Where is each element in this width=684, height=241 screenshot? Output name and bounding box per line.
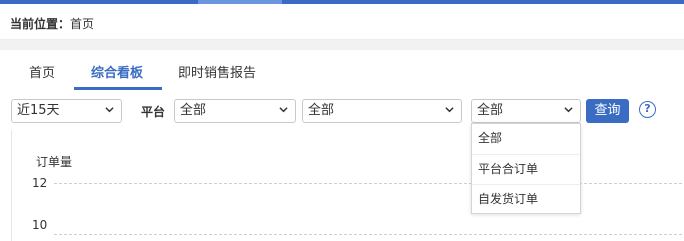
order-type-dropdown: 全部 平台合订单 自发货订单 <box>471 123 581 214</box>
dropdown-option-self-ship-order[interactable]: 自发货订单 <box>472 184 580 213</box>
chart-y-axis-label: 订单量 <box>36 155 73 169</box>
dropdown-option-platform-order[interactable]: 平台合订单 <box>472 154 580 183</box>
breadcrumb-label: 当前位置： <box>10 17 71 31</box>
order-type-select[interactable]: 全部 <box>471 99 581 123</box>
y-tick-label: 12 <box>32 176 48 190</box>
gridline <box>54 234 682 235</box>
platform-select[interactable]: 全部 <box>174 99 296 123</box>
help-circle-icon[interactable]: ? <box>639 101 656 118</box>
platform-label: 平台 <box>141 105 166 119</box>
gridline <box>54 183 682 184</box>
tab-dashboard[interactable]: 综合看板 <box>91 62 143 81</box>
chevron-down-icon <box>279 107 288 113</box>
period-select[interactable]: 近15天 <box>11 99 122 123</box>
period-select-value: 近15天 <box>17 103 60 118</box>
breadcrumb: 当前位置：首页 <box>10 15 94 32</box>
secondary-select[interactable]: 全部 <box>302 99 462 123</box>
tab-home[interactable]: 首页 <box>29 62 55 81</box>
chevron-down-icon <box>445 107 454 113</box>
breadcrumb-bar: 当前位置：首页 <box>0 4 684 40</box>
tab-bar: 首页 综合看板 即时销售报告 <box>6 50 684 90</box>
tab-instant-sales-report[interactable]: 即时销售报告 <box>178 62 256 81</box>
chevron-down-icon <box>564 107 573 113</box>
section-divider <box>0 40 684 50</box>
dropdown-option-all[interactable]: 全部 <box>472 124 580 153</box>
platform-select-value: 全部 <box>180 103 207 118</box>
query-button[interactable]: 查询 <box>586 99 629 123</box>
y-tick-label: 10 <box>32 218 48 232</box>
order-chart: 订单量 12 10 <box>11 130 684 241</box>
filter-row: 近15天 平台 全部 全部 全部 查询 ? <box>0 90 684 130</box>
secondary-select-value: 全部 <box>308 103 335 118</box>
chevron-down-icon <box>105 107 114 113</box>
breadcrumb-current[interactable]: 首页 <box>70 17 94 31</box>
order-type-select-value: 全部 <box>477 103 504 118</box>
